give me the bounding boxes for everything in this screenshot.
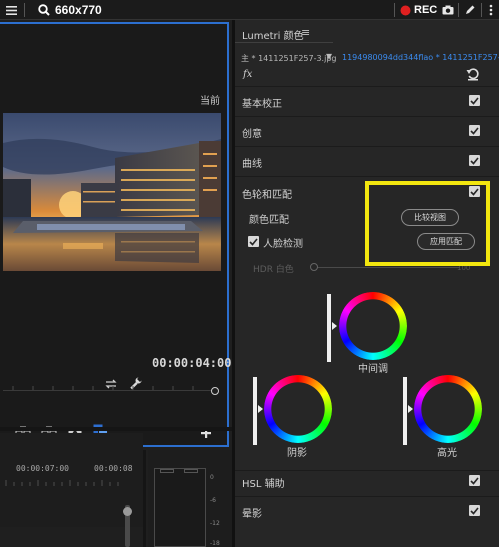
- more-icon[interactable]: [486, 0, 496, 20]
- capture-size-label: 660x770: [55, 3, 102, 17]
- panel-divider[interactable]: [0, 427, 232, 431]
- color-match-label: 颜色匹配: [249, 215, 289, 226]
- face-detection-checkbox[interactable]: [248, 236, 259, 247]
- section-curves[interactable]: [235, 146, 499, 176]
- midtones-luma-handle[interactable]: [332, 322, 337, 330]
- meter-scale-18: -18: [210, 540, 220, 547]
- midtones-color-wheel[interactable]: [339, 292, 407, 360]
- section-basic-checkbox[interactable]: [469, 95, 480, 106]
- section-hsl-checkbox[interactable]: [469, 475, 480, 486]
- record-button-label[interactable]: REC: [414, 4, 437, 16]
- sequence-clip-tab[interactable]: 1194980094dd344flao * 1411251F257-3.jpg: [342, 53, 499, 62]
- hdr-white-slider-knob[interactable]: [310, 263, 318, 271]
- panel-divider-vertical[interactable]: [143, 450, 146, 547]
- shadows-color-wheel[interactable]: [264, 375, 332, 443]
- section-vignette-checkbox[interactable]: [469, 505, 480, 516]
- meter-scale-0: 0: [210, 474, 214, 481]
- shadows-luma-handle[interactable]: [258, 405, 263, 413]
- section-creative[interactable]: [235, 116, 499, 146]
- timeline-scroll-knob[interactable]: [123, 507, 132, 516]
- highlights-luma-slider[interactable]: [403, 377, 407, 445]
- midtones-luma-slider[interactable]: [327, 294, 331, 362]
- highlights-luma-handle[interactable]: [408, 405, 413, 413]
- shadows-luma-slider[interactable]: [253, 377, 257, 445]
- panel-menu-icon[interactable]: ≡: [301, 26, 310, 39]
- camera-icon[interactable]: [441, 0, 455, 20]
- section-curves-label[interactable]: 曲线: [242, 155, 262, 170]
- program-timecode[interactable]: 00:00:04:00: [152, 356, 231, 370]
- section-vignette[interactable]: [235, 496, 499, 547]
- panel-title[interactable]: Lumetri 颜色: [242, 27, 304, 42]
- meter-scale-6: -6: [210, 497, 216, 504]
- capture-toolbar: 660x770 REC: [0, 0, 499, 20]
- audio-meter: [154, 468, 206, 547]
- midtones-label: 中间调: [358, 364, 388, 375]
- section-hsl-label[interactable]: HSL 辅助: [242, 475, 285, 490]
- section-vignette-label[interactable]: 晕影: [242, 505, 262, 520]
- program-preview-image: [3, 113, 221, 271]
- search-icon[interactable]: [37, 0, 51, 20]
- pen-icon[interactable]: [463, 0, 477, 20]
- hdr-white-label: HDR 白色: [253, 265, 294, 275]
- hdr-white-slider[interactable]: [317, 267, 460, 268]
- meter-scale-12: -12: [210, 520, 220, 527]
- highlights-label: 高光: [437, 448, 457, 459]
- scrub-track[interactable]: [3, 390, 217, 391]
- section-divider: [235, 470, 499, 471]
- shadows-label: 阴影: [287, 448, 307, 459]
- timeline-timecode-a: 00:00:07:00: [16, 464, 69, 473]
- section-basic-label[interactable]: 基本校正: [242, 95, 282, 110]
- master-clip-tab[interactable]: 主 * 1411251F257-3.jpg: [241, 53, 336, 64]
- face-detection-label: 人脸检测: [263, 239, 303, 250]
- reset-icon[interactable]: [466, 67, 480, 81]
- section-curves-checkbox[interactable]: [469, 155, 480, 166]
- section-creative-label[interactable]: 创意: [242, 125, 262, 140]
- current-label: 当前: [200, 96, 220, 107]
- section-creative-checkbox[interactable]: [469, 125, 480, 136]
- record-dot-icon[interactable]: [399, 0, 411, 20]
- fx-toggle[interactable]: fx: [243, 69, 252, 80]
- playhead-knob[interactable]: [211, 387, 219, 395]
- timeline-ruler[interactable]: [0, 476, 143, 486]
- highlights-color-wheel[interactable]: [414, 375, 482, 443]
- timeline-timecode-b: 00:00:08: [94, 464, 133, 473]
- annotation-highlight-box: [365, 181, 490, 266]
- panel-title-underline: [235, 42, 333, 43]
- chevron-down-icon[interactable]: ▾: [326, 49, 332, 63]
- menu-icon[interactable]: [4, 0, 18, 20]
